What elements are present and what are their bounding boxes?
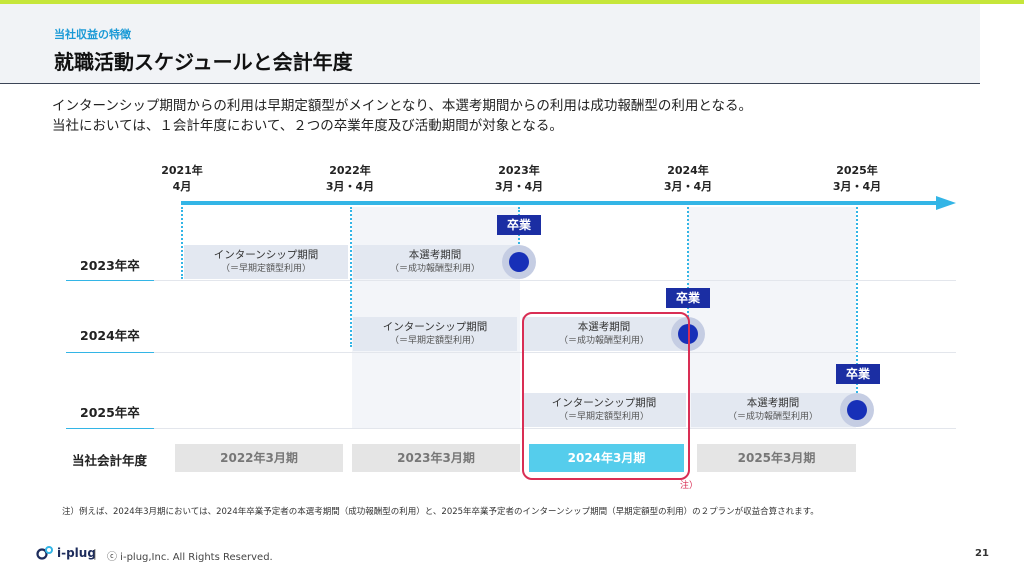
footnote: 注）例えば、2024年3月期においては、2024年卒業予定者の本選考期間（成功報… [62, 507, 819, 517]
copyright-text: ⓒ i-plug,Inc. All Rights Reserved. [107, 552, 273, 563]
intro-line-2: 当社においては、１会計年度において、２つの卒業年度及び活動期間が対象となる。 [52, 118, 563, 134]
timeline-year-2025: 2025年 3月・4月 [832, 164, 882, 193]
row-separator-1 [154, 280, 956, 281]
page-title: 就職活動スケジュールと会計年度 [54, 50, 353, 74]
graduation-dot-icon [840, 393, 874, 427]
timeline-axis [181, 201, 939, 205]
period-main-2025: 本選考期間 （＝成功報酬型利用） [691, 393, 855, 427]
header-divider [0, 83, 980, 84]
fiscal-year-2022: 2022年3月期 [175, 444, 343, 472]
row-label-2023: 2023年卒 [80, 258, 140, 273]
graduation-dot-icon [502, 245, 536, 279]
period-intern-2023: インターンシップ期間 （＝早期定額型利用） [184, 245, 348, 279]
fiscal-year-label: 当社会計年度 [72, 453, 148, 468]
timeline-marker-2021 [181, 207, 183, 279]
row-label-2025: 2025年卒 [80, 405, 140, 420]
section-subtitle: 当社収益の特徴 [54, 28, 131, 41]
row-label-2024: 2024年卒 [80, 328, 140, 343]
timeline-marker-2022 [350, 207, 352, 347]
fiscal-year-2023: 2023年3月期 [352, 444, 520, 472]
timeline-arrow-icon [936, 196, 956, 210]
logo-text: i-plug [57, 546, 96, 560]
row-label-underline [66, 280, 154, 281]
row-label-underline [66, 352, 154, 353]
timeline-year-2022: 2022年 3月・4月 [325, 164, 375, 193]
note-marker: 注） [680, 481, 699, 491]
period-main-2023: 本選考期間 （＝成功報酬型利用） [353, 245, 517, 279]
footer-separator: | [93, 547, 97, 560]
graduation-badge-2025: 卒業 [836, 364, 880, 384]
timeline-year-2024: 2024年 3月・4月 [663, 164, 713, 193]
period-intern-2024: インターンシップ期間 （＝早期定額型利用） [353, 317, 517, 351]
row-label-underline [66, 428, 154, 429]
graduation-badge-2024: 卒業 [666, 288, 710, 308]
timeline-year-2021: 2021年 4月 [161, 164, 203, 193]
highlight-frame [522, 312, 690, 480]
fiscal-year-2025: 2025年3月期 [697, 444, 856, 472]
intro-line-1: インターンシップ期間からの利用は早期定額型がメインとなり、本選考期間からの利用は… [52, 98, 752, 114]
i-plug-logo-icon [36, 546, 53, 560]
intro-text: インターンシップ期間からの利用は早期定額型がメインとなり、本選考期間からの利用は… [52, 96, 752, 136]
timeline-year-2023: 2023年 3月・4月 [494, 164, 544, 193]
graduation-badge-2023: 卒業 [497, 215, 541, 235]
page-number: 21 [975, 548, 989, 559]
